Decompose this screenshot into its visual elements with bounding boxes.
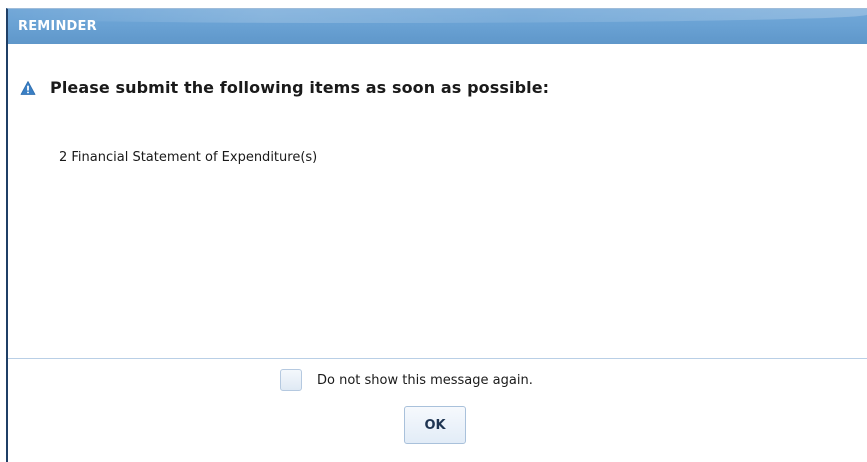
heading-row: Please submit the following items as soo… (20, 78, 549, 97)
dialog-titlebar: REMINDER (8, 9, 867, 44)
dont-show-again-label: Do not show this message again. (317, 372, 533, 388)
dont-show-again-checkbox[interactable] (280, 369, 302, 391)
ok-button[interactable]: OK (404, 406, 466, 444)
reminder-heading: Please submit the following items as soo… (50, 78, 550, 97)
warning-triangle-icon (20, 80, 36, 95)
dont-show-again-option[interactable]: Do not show this message again. (280, 369, 533, 391)
dialog-title: REMINDER (18, 19, 97, 34)
reminder-dialog: REMINDER Please submit the following ite… (6, 8, 867, 462)
reminder-item: 2 Financial Statement of Expenditure(s) (59, 150, 318, 165)
dialog-footer: Do not show this message again. OK (8, 358, 867, 462)
